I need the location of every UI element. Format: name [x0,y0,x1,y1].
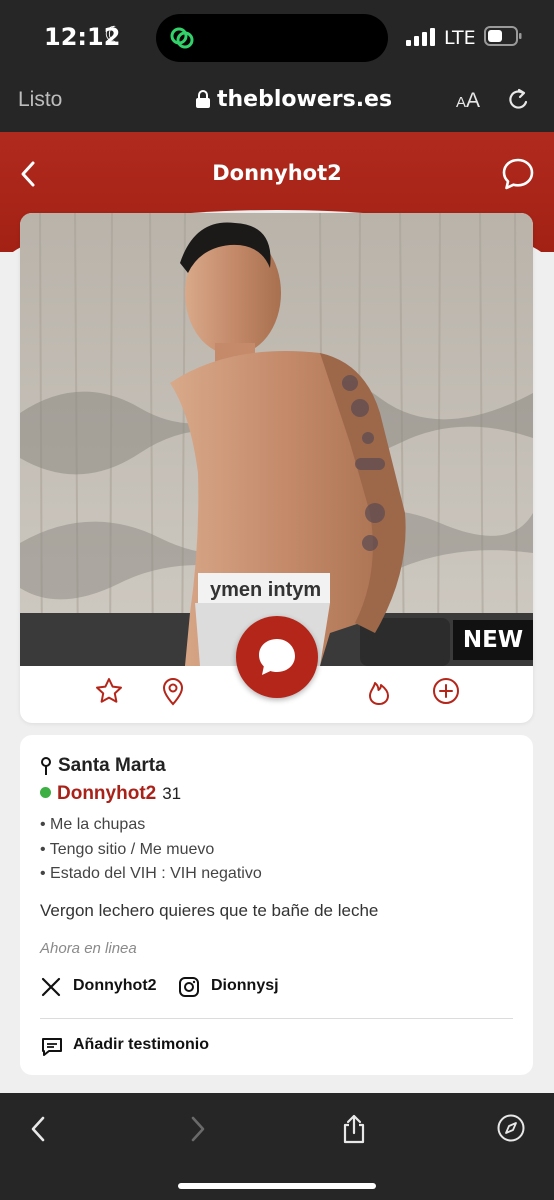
add-testimonial-button[interactable]: Añadir testimonio [40,1036,210,1056]
home-indicator [178,1183,376,1189]
online-dot [40,787,51,798]
user-line: Donnyhot2 31 [40,783,181,805]
username[interactable]: Donnyhot2 [57,783,156,804]
location-pin-icon[interactable] [160,676,186,706]
chat-bubble-icon [259,639,295,675]
profile-description: Vergon lechero quieres que te bañe de le… [40,901,379,920]
compass-icon[interactable] [496,1113,526,1143]
twitter-handle: Donnyhot2 [73,977,157,994]
comment-icon [42,1038,62,1056]
bullet-item: • Estado del VIH : VIH negativo [40,865,262,882]
text-size-big-label: A [466,89,481,112]
bullet-item: • Me la chupas [40,816,146,833]
profile-bullets: • Me la chupas • Tengo sitio / Me muevo … [40,813,262,887]
user-age: 31 [162,784,182,803]
location-pin-icon [41,757,51,775]
status-bar: 12:12 ☾ LTE [0,0,554,74]
url-domain[interactable]: theblowers.es [217,87,392,112]
page-title: Donnyhot2 [212,161,342,185]
network-label: LTE [444,27,476,49]
signal-icon [406,28,436,46]
svg-text:ymen intym: ymen intym [210,579,321,601]
profile-info-card: Santa Marta Donnyhot2 31 • Me la chupas •… [20,735,533,1075]
dynamic-island [156,14,388,62]
location-line: Santa Marta [40,755,166,777]
browser-back-icon[interactable] [26,1113,50,1145]
bullet-item: • Tengo sitio / Me muevo [40,840,215,858]
done-button[interactable]: Listo [18,88,62,112]
chat-icon[interactable] [500,156,536,192]
add-testimonial-label: Añadir testimonio [73,1036,210,1053]
text-size-small-label: A [456,94,467,111]
browser-top-chrome: 12:12 ☾ LTE Listo theblowers.es AA [0,0,554,132]
profile-photo[interactable]: ymen intym NEW [20,213,533,666]
battery-icon [484,26,522,46]
browser-forward-icon[interactable] [186,1113,210,1145]
url-bar: Listo theblowers.es AA [0,76,554,126]
chat-bubble-button[interactable] [236,616,318,698]
flame-icon[interactable] [366,676,392,706]
star-icon[interactable] [94,676,124,706]
share-icon[interactable] [340,1113,368,1145]
instagram-handle: Dionnysj [211,977,279,994]
divider [40,1018,513,1019]
reload-icon[interactable] [507,86,531,114]
online-status: Ahora en linea [40,940,137,957]
instagram-icon [179,977,199,997]
location-label: Santa Marta [58,755,166,776]
link-icon [170,27,194,49]
browser-bottom-toolbar [0,1093,554,1200]
twitter-link[interactable]: Donnyhot2 [40,977,157,997]
moon-icon: ☾ [104,22,124,47]
x-twitter-icon [41,977,61,997]
lock-icon [196,90,210,108]
plus-circle-icon[interactable] [431,676,461,706]
text-size-button[interactable]: AA [456,89,480,113]
instagram-link[interactable]: Dionnysj [178,977,279,997]
new-badge: NEW [453,620,533,660]
